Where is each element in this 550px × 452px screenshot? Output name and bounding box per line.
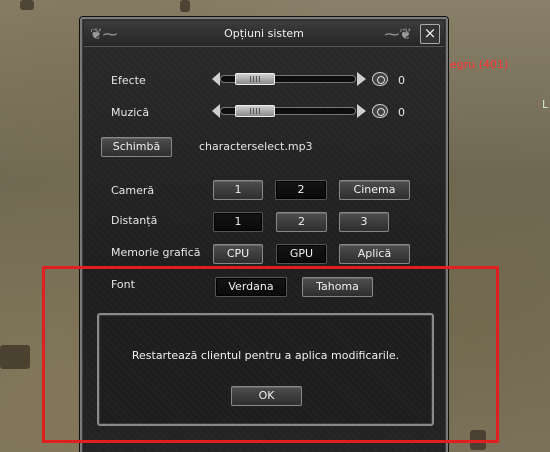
camera-option-1[interactable]: 1 [213,180,263,200]
slider-thumb[interactable] [235,73,276,85]
camera-option-2[interactable]: 2 [275,180,327,200]
slider-right-arrow-icon[interactable] [357,72,366,86]
close-button[interactable]: × [420,24,440,44]
graphics-memory-option-cpu[interactable]: CPU [213,244,263,264]
camera-option-cinema[interactable]: Cinema [339,180,410,200]
slider-left-arrow-icon[interactable] [212,72,220,86]
background-figure [20,0,34,10]
music-slider[interactable] [212,104,366,118]
background-figure [0,345,30,369]
effects-label: Efecte [111,74,146,87]
music-value: 0 [398,106,405,119]
graphics-memory-option-gpu[interactable]: GPU [276,244,327,264]
effects-value: 0 [398,74,405,87]
slider-right-arrow-icon[interactable] [357,104,366,118]
slider-left-arrow-icon[interactable] [212,104,220,118]
highlight-box [42,266,499,443]
background-figure [180,0,190,12]
slider-thumb[interactable] [235,105,276,117]
effects-slider[interactable] [212,72,366,86]
player-name-label: egru (401) [450,58,509,71]
camera-label: Cameră [111,184,155,197]
distance-option-1[interactable]: 1 [213,212,263,232]
graphics-memory-label: Memorie grafică [111,246,201,259]
distance-option-2[interactable]: 2 [276,212,327,232]
speaker-icon[interactable] [372,72,388,86]
title-ornament-right-icon: ⁓❦ [384,25,412,43]
speaker-icon[interactable] [372,104,388,118]
side-glyph: L [542,98,549,111]
title-bar[interactable]: ❦⁓ Opțiuni sistem ⁓❦ × [84,21,444,47]
music-file-name: characterselect.mp3 [199,140,313,153]
distance-label: Distanță [111,214,158,227]
distance-option-3[interactable]: 3 [339,212,389,232]
apply-button[interactable]: Aplică [339,244,410,264]
change-music-button[interactable]: Schimbă [101,137,172,157]
music-label: Muzică [111,106,150,119]
